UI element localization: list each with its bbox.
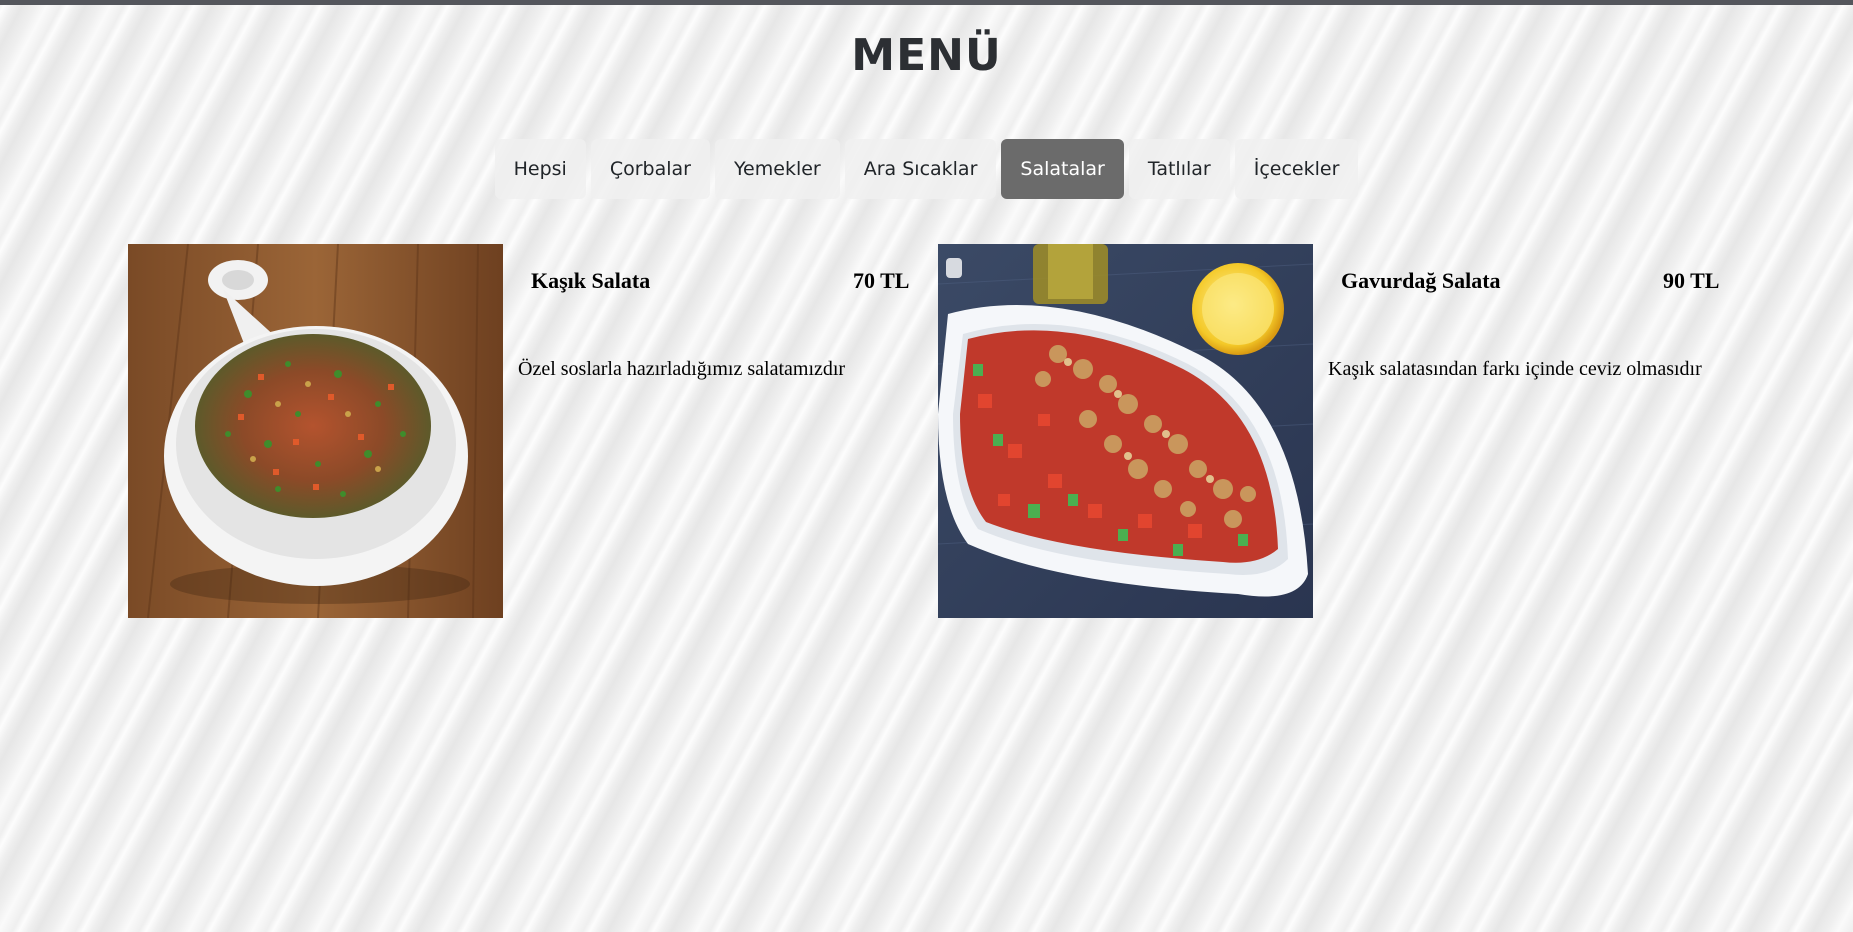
item-description: Özel soslarla hazırladığımız salatamızdı… <box>518 358 846 380</box>
tab-yemekler[interactable]: Yemekler <box>714 139 840 199</box>
item-name: Gavurdağ Salata <box>1341 268 1501 293</box>
tab-ara-sicaklar[interactable]: Ara Sıcaklar <box>844 139 997 199</box>
menu-item-gavurdag-salata: Gavurdağ Salata 90 TL Kaşık salatasından… <box>938 244 1738 618</box>
tab-tatlilar[interactable]: Tatlılar <box>1128 139 1230 199</box>
tab-salatalar[interactable]: Salatalar <box>1001 139 1124 199</box>
gavurdag-salata-photo <box>938 244 1313 618</box>
tab-hepsi[interactable]: Hepsi <box>494 139 586 199</box>
tab-corbalar[interactable]: Çorbalar <box>590 139 710 199</box>
kasik-salata-photo <box>128 244 503 618</box>
item-price: 70 TL <box>853 268 910 293</box>
tab-icecekler[interactable]: İçecekler <box>1234 139 1359 199</box>
item-price: 90 TL <box>1663 268 1720 293</box>
page-title: MENÜ <box>851 30 1002 81</box>
menu-item-kasik-salata: Kaşık Salata 70 TL Özel soslarla hazırla… <box>128 244 928 618</box>
item-description: Kaşık salatasından farkı içinde ceviz ol… <box>1328 358 1702 380</box>
item-name: Kaşık Salata <box>531 268 651 293</box>
category-tabs: Hepsi Çorbalar Yemekler Ara Sıcaklar Sal… <box>0 139 1853 199</box>
